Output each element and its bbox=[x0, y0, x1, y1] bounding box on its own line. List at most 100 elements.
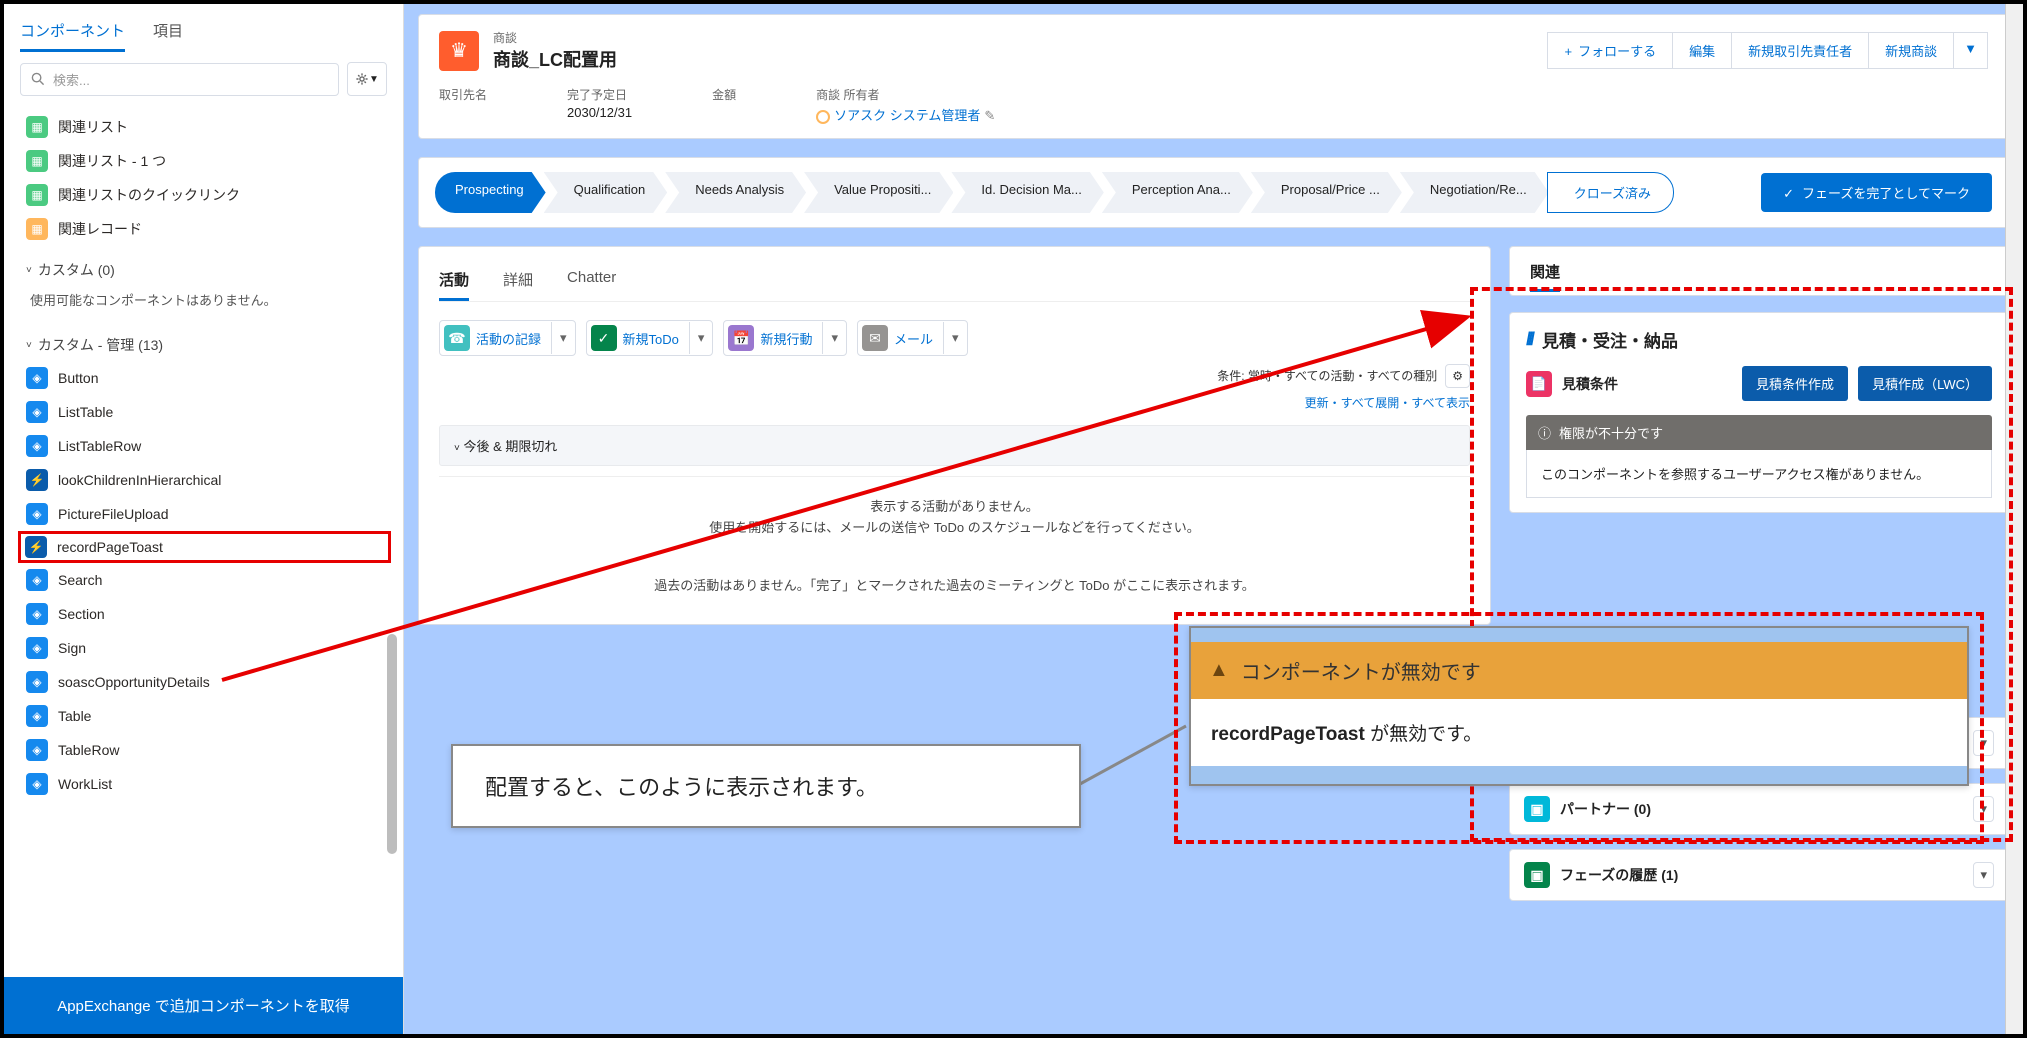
new-opportunity-button[interactable]: 新規商談 bbox=[1869, 32, 1954, 69]
follow-button[interactable]: フォローする bbox=[1547, 32, 1673, 69]
path-step[interactable]: Needs Analysis bbox=[665, 172, 806, 213]
sidebar-item[interactable]: ⚡lookChildrenInHierarchical bbox=[22, 463, 391, 497]
sidebar-item-label: PictureFileUpload bbox=[58, 506, 169, 522]
path-step[interactable]: Id. Decision Ma... bbox=[951, 172, 1103, 213]
mark-stage-complete-button[interactable]: フェーズを完了としてマーク bbox=[1761, 173, 1992, 212]
permission-error-body: このコンポーネントを参照するユーザーアクセス権がありません。 bbox=[1526, 450, 1992, 498]
owner-link[interactable]: ソアスク システム管理者 bbox=[834, 108, 980, 123]
sidebar-item-label: TableRow bbox=[58, 742, 119, 758]
sidebar-item[interactable]: ◈Search bbox=[22, 563, 391, 597]
path-step[interactable]: Proposal/Price ... bbox=[1251, 172, 1402, 213]
canvas-scrollbar[interactable] bbox=[2005, 4, 2023, 1034]
activity-links[interactable]: 更新・すべて展開・すべて表示 bbox=[439, 394, 1470, 411]
component-icon: ◈ bbox=[26, 367, 48, 389]
sidebar-item[interactable]: ◈Table bbox=[22, 699, 391, 733]
create-quote-cond-button[interactable]: 見積条件作成 bbox=[1742, 366, 1848, 401]
owner-label: 商談 所有者 bbox=[816, 86, 995, 103]
quote-cond-label: 見積条件 bbox=[1562, 374, 1618, 394]
sidebar-item-label: soascOpportunityDetails bbox=[58, 674, 210, 690]
email-button[interactable]: ✉メール▾ bbox=[857, 320, 968, 356]
custom-section-header[interactable]: ˅カスタム (0) bbox=[22, 246, 391, 286]
activity-empty: 表示する活動がありません。 使用を開始するには、メールの送信や ToDo のスケ… bbox=[439, 476, 1470, 559]
sidebar-item[interactable]: ◈Button bbox=[22, 361, 391, 395]
path-step-closed[interactable]: クローズ済み bbox=[1547, 172, 1674, 213]
chevron-down-icon[interactable]: ▾ bbox=[822, 322, 846, 354]
sidebar-item-label: ListTableRow bbox=[58, 438, 141, 454]
chevron-down-icon[interactable]: ▾ bbox=[689, 322, 713, 354]
activity-filter-button[interactable]: ⚙ bbox=[1445, 364, 1470, 388]
sidebar-item[interactable]: ◈Sign bbox=[22, 631, 391, 665]
chevron-down-icon[interactable]: ▾ bbox=[943, 322, 967, 354]
sidebar-scrollbar[interactable] bbox=[387, 124, 397, 974]
sidebar-item-label: Sign bbox=[58, 640, 86, 656]
component-icon: ◈ bbox=[26, 705, 48, 727]
log-call-button[interactable]: ☎活動の記録▾ bbox=[439, 320, 576, 356]
activity-card: 活動 詳細 Chatter ☎活動の記録▾ ✓新規ToDo▾ 📅新規行動▾ ✉メ… bbox=[418, 246, 1491, 625]
new-contact-role-button[interactable]: 新規取引先責任者 bbox=[1732, 32, 1869, 69]
tab-chatter[interactable]: Chatter bbox=[567, 261, 616, 301]
related-icon: ▣ bbox=[1524, 796, 1550, 822]
new-task-button[interactable]: ✓新規ToDo▾ bbox=[586, 320, 714, 356]
opportunity-icon: ♛ bbox=[439, 31, 479, 71]
change-owner-icon[interactable]: ✎ bbox=[984, 108, 995, 123]
sidebar-item[interactable]: ▦関連リストのクイックリンク bbox=[22, 178, 391, 212]
edit-button[interactable]: 編集 bbox=[1673, 32, 1732, 69]
account-label: 取引先名 bbox=[439, 86, 487, 103]
new-event-button[interactable]: 📅新規行動▾ bbox=[723, 320, 847, 356]
chevron-down-icon[interactable]: ▾ bbox=[551, 322, 575, 354]
sidebar-item[interactable]: ◈ ListTableRow bbox=[22, 429, 391, 463]
sidebar-item[interactable]: ▦関連リスト - 1 つ bbox=[22, 144, 391, 178]
related-list-item[interactable]: ▣フェーズの履歴 (1)▾ bbox=[1509, 849, 2009, 901]
search-icon bbox=[31, 72, 45, 86]
quote-component: ///見積・受注・納品 📄 見積条件 見積条件作成 見積作成（LWC） ⓘ権限が… bbox=[1509, 312, 2009, 513]
task-icon: ✓ bbox=[591, 325, 617, 351]
sidebar-item[interactable]: ▦関連レコード bbox=[22, 212, 391, 246]
path-step[interactable]: Qualification bbox=[544, 172, 668, 213]
annotation-invalid-component: ▲コンポーネントが無効です recordPageToast が無効です。 bbox=[1189, 626, 1969, 786]
path-step[interactable]: Negotiation/Re... bbox=[1400, 172, 1549, 213]
quote-icon: /// bbox=[1526, 329, 1532, 350]
managed-section-header[interactable]: ˅カスタム - 管理 (13) bbox=[22, 321, 391, 361]
quote-cond-icon: 📄 bbox=[1526, 371, 1552, 397]
tab-detail[interactable]: 詳細 bbox=[503, 261, 533, 301]
tab-related[interactable]: 関連 bbox=[1530, 264, 1560, 292]
gear-icon bbox=[355, 72, 369, 86]
builder-sidebar: コンポーネント 項目 検索... ▼ ▦関連リスト▦関連リスト - 1 つ▦関連… bbox=[4, 4, 404, 1034]
path-step[interactable]: Prospecting bbox=[435, 172, 546, 213]
path-step[interactable]: Value Propositi... bbox=[804, 172, 953, 213]
sidebar-item[interactable]: ◈TableRow bbox=[22, 733, 391, 767]
upcoming-section[interactable]: ˅ 今後 & 期限切れ bbox=[439, 425, 1470, 466]
sidebar-item-label: Search bbox=[58, 572, 102, 588]
sidebar-item-label: 関連リスト - 1 つ bbox=[58, 151, 166, 171]
component-icon: ◈ bbox=[26, 773, 48, 795]
tab-fields[interactable]: 項目 bbox=[153, 12, 183, 52]
component-icon: ▦ bbox=[26, 218, 48, 240]
sidebar-item[interactable]: ◈soascOpportunityDetails bbox=[22, 665, 391, 699]
path-step[interactable]: Perception Ana... bbox=[1102, 172, 1253, 213]
chevron-down-icon[interactable]: ▾ bbox=[1973, 862, 1994, 888]
chevron-down-icon[interactable]: ▾ bbox=[1973, 730, 1994, 756]
more-actions-button[interactable]: ▼ bbox=[1954, 32, 1988, 69]
sidebar-item[interactable]: ◈WorkList bbox=[22, 767, 391, 801]
component-icon: ◈ bbox=[26, 401, 48, 423]
chevron-down-icon[interactable]: ▾ bbox=[1973, 796, 1994, 822]
sidebar-item[interactable]: ◈Section bbox=[22, 597, 391, 631]
close-date-value: 2030/12/31 bbox=[567, 105, 632, 120]
component-icon: ⚡ bbox=[26, 469, 48, 491]
tab-activity[interactable]: 活動 bbox=[439, 261, 469, 301]
create-quote-lwc-button[interactable]: 見積作成（LWC） bbox=[1858, 366, 1992, 401]
sidebar-item[interactable]: ◈ListTable bbox=[22, 395, 391, 429]
appexchange-button[interactable]: AppExchange で追加コンポーネントを取得 bbox=[4, 977, 403, 1034]
search-settings-button[interactable]: ▼ bbox=[347, 62, 387, 96]
owner-clock-icon bbox=[816, 110, 830, 124]
amount-label: 金額 bbox=[712, 86, 736, 103]
sidebar-item-recordpagetoast[interactable]: ⚡recordPageToast bbox=[18, 531, 391, 563]
component-icon: ◈ bbox=[26, 503, 48, 525]
component-icon: ◈ bbox=[26, 435, 48, 457]
sidebar-item[interactable]: ◈ PictureFileUpload bbox=[22, 497, 391, 531]
related-list-item[interactable]: ▣パートナー (0)▾ bbox=[1509, 783, 2009, 835]
tab-components[interactable]: コンポーネント bbox=[20, 12, 125, 52]
search-input[interactable]: 検索... bbox=[20, 63, 339, 96]
sidebar-item[interactable]: ▦関連リスト bbox=[22, 110, 391, 144]
canvas: ♛ 商談 商談_LC配置用 フォローする 編集 新規取引先責任者 新規商談 ▼ … bbox=[404, 4, 2023, 1034]
